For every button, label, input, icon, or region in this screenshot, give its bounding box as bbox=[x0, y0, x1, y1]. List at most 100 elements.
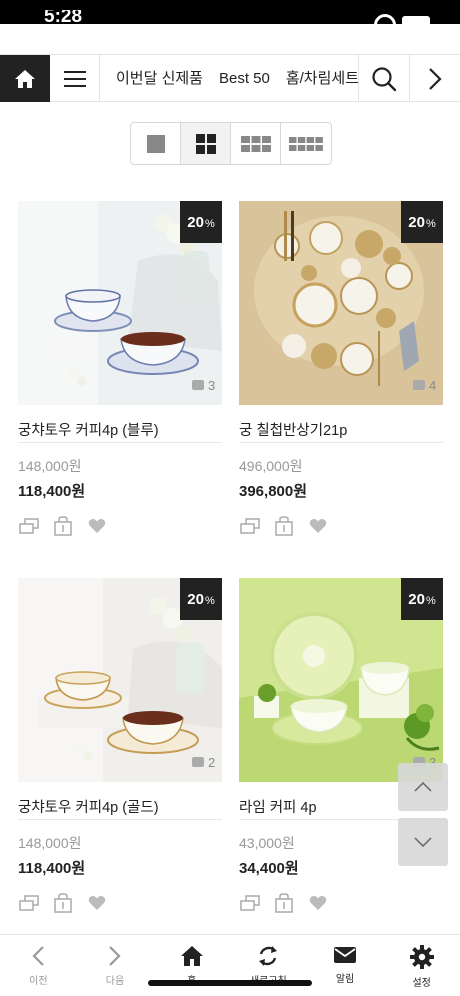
wifi-icon bbox=[369, 9, 401, 41]
tab-home[interactable]: 홈 bbox=[153, 935, 230, 996]
search-icon bbox=[372, 66, 397, 91]
grid-3col-icon bbox=[240, 135, 271, 152]
product-card[interactable]: 20% 2 궁챠토우 커피4p (골드) 148,000원 118,400원 bbox=[18, 578, 222, 914]
chevron-left-icon bbox=[32, 946, 45, 966]
status-time: 5:28 bbox=[44, 10, 83, 24]
product-actions bbox=[18, 515, 222, 537]
tab-forward[interactable]: 다음 bbox=[77, 935, 154, 996]
quick-view-button[interactable] bbox=[239, 893, 261, 913]
shopping-bag-icon bbox=[275, 516, 293, 536]
heart-icon bbox=[88, 519, 106, 533]
hamburger-icon bbox=[63, 70, 86, 87]
product-image[interactable]: 20% 3 bbox=[18, 201, 222, 405]
single-square-icon bbox=[146, 134, 165, 153]
quick-view-button[interactable] bbox=[18, 893, 40, 913]
sale-price: 396,800원 bbox=[239, 483, 308, 500]
product-actions bbox=[18, 892, 222, 914]
home-button[interactable] bbox=[0, 55, 50, 102]
like-count-badge: 4 bbox=[413, 375, 443, 395]
window-stack-icon bbox=[19, 518, 39, 534]
chevron-down-icon bbox=[414, 837, 432, 847]
product-name[interactable]: 궁 칠첩반상기21p bbox=[239, 419, 443, 443]
product-actions bbox=[239, 515, 443, 537]
add-to-cart-button[interactable] bbox=[273, 516, 295, 536]
tab-label: 알림 bbox=[335, 974, 355, 985]
shopping-bag-icon bbox=[54, 516, 72, 536]
wishlist-button[interactable] bbox=[86, 516, 108, 536]
chevron-right-icon bbox=[109, 946, 121, 966]
tab-label: 설정 bbox=[412, 978, 431, 989]
sale-price: 118,400원 bbox=[18, 483, 86, 500]
add-to-cart-button[interactable] bbox=[52, 893, 74, 913]
quick-view-button[interactable] bbox=[239, 516, 261, 536]
window-stack-icon bbox=[19, 895, 39, 911]
wishlist-button[interactable] bbox=[307, 516, 329, 536]
app-screen: 5:28 이번달 신제품 Best 50 홈/차림세트 20 % 3 궁챠토우 … bbox=[0, 0, 460, 996]
chevron-right-icon bbox=[429, 67, 442, 90]
original-price: 148,000원 bbox=[18, 835, 82, 851]
discount-badge: 20% bbox=[401, 201, 443, 243]
refresh-icon bbox=[259, 946, 278, 966]
product-image[interactable]: 20% 3 bbox=[239, 578, 443, 782]
category-new-this-month[interactable]: 이번달 신제품 bbox=[100, 55, 211, 102]
status-bar: 5:28 bbox=[0, 0, 460, 41]
category-next-button[interactable] bbox=[409, 55, 460, 102]
add-to-cart-button[interactable] bbox=[52, 516, 74, 536]
view-1col-button[interactable] bbox=[131, 123, 181, 164]
original-price: 148,000원 bbox=[18, 458, 82, 474]
window-stack-icon bbox=[240, 518, 260, 534]
grid-2x2-icon bbox=[195, 133, 216, 154]
view-4col-button[interactable] bbox=[281, 123, 331, 164]
shopping-bag-icon bbox=[275, 893, 293, 913]
tab-refresh[interactable]: 새로고침 bbox=[230, 935, 307, 996]
scroll-top-button[interactable] bbox=[398, 763, 448, 811]
view-2col-button[interactable] bbox=[181, 123, 231, 164]
envelope-icon bbox=[334, 947, 357, 963]
product-image[interactable]: 20% 4 bbox=[239, 201, 443, 405]
product-name[interactable]: 궁챠토우 커피4p (골드) bbox=[18, 796, 222, 820]
category-best-50[interactable]: Best 50 bbox=[211, 55, 278, 102]
home-icon bbox=[180, 946, 203, 966]
tab-notifications[interactable]: 알림 bbox=[307, 935, 384, 996]
discount-badge: 20% bbox=[180, 578, 222, 620]
like-count-badge: 3 bbox=[192, 375, 222, 395]
tab-back[interactable]: 이전 bbox=[0, 935, 77, 996]
category-home-set[interactable]: 홈/차림세트 bbox=[278, 55, 358, 102]
thumbs-up-icon bbox=[192, 757, 204, 767]
top-nav: 이번달 신제품 Best 50 홈/차림세트 bbox=[0, 54, 460, 102]
view-3col-button[interactable] bbox=[231, 123, 281, 164]
wishlist-button[interactable] bbox=[307, 893, 329, 913]
battery-icon bbox=[402, 16, 430, 30]
window-stack-icon bbox=[240, 895, 260, 911]
category-strip: 이번달 신제품 Best 50 홈/차림세트 bbox=[100, 55, 358, 102]
heart-icon bbox=[88, 896, 106, 910]
product-name[interactable]: 궁챠토우 커피4p (블루) bbox=[18, 419, 222, 443]
menu-button[interactable] bbox=[50, 55, 100, 102]
discount-badge: 20% bbox=[401, 578, 443, 620]
quick-view-button[interactable] bbox=[18, 516, 40, 536]
product-card[interactable]: 20% 4 궁 칠첩반상기21p 496,000원 396,800원 bbox=[239, 201, 443, 537]
heart-icon bbox=[309, 519, 327, 533]
tab-settings[interactable]: 설정 bbox=[383, 935, 460, 996]
search-button[interactable] bbox=[358, 55, 409, 102]
tab-label: 이전 bbox=[29, 976, 48, 987]
heart-icon bbox=[309, 896, 327, 910]
wishlist-button[interactable] bbox=[86, 893, 108, 913]
original-price: 496,000원 bbox=[239, 458, 303, 474]
thumbs-up-icon bbox=[192, 380, 204, 390]
bottom-tab-bar: 이전 다음 홈 새로고침 알림 bbox=[0, 934, 460, 996]
shopping-bag-icon bbox=[54, 893, 72, 913]
sale-price: 118,400원 bbox=[18, 860, 86, 877]
scroll-bottom-button[interactable] bbox=[398, 818, 448, 866]
tab-label: 다음 bbox=[105, 976, 125, 987]
chevron-up-icon bbox=[414, 782, 432, 792]
product-image[interactable]: 20% 2 bbox=[18, 578, 222, 782]
product-actions bbox=[239, 892, 443, 914]
like-count-badge: 2 bbox=[192, 752, 222, 772]
add-to-cart-button[interactable] bbox=[273, 893, 295, 913]
product-card[interactable]: 20% 3 궁챠토우 커피4p (블루) 148,000원 118,400원 bbox=[18, 201, 222, 537]
grid-view-toggle bbox=[130, 122, 332, 165]
home-indicator bbox=[148, 980, 312, 986]
grid-4col-icon bbox=[289, 136, 323, 151]
home-icon bbox=[15, 69, 35, 88]
